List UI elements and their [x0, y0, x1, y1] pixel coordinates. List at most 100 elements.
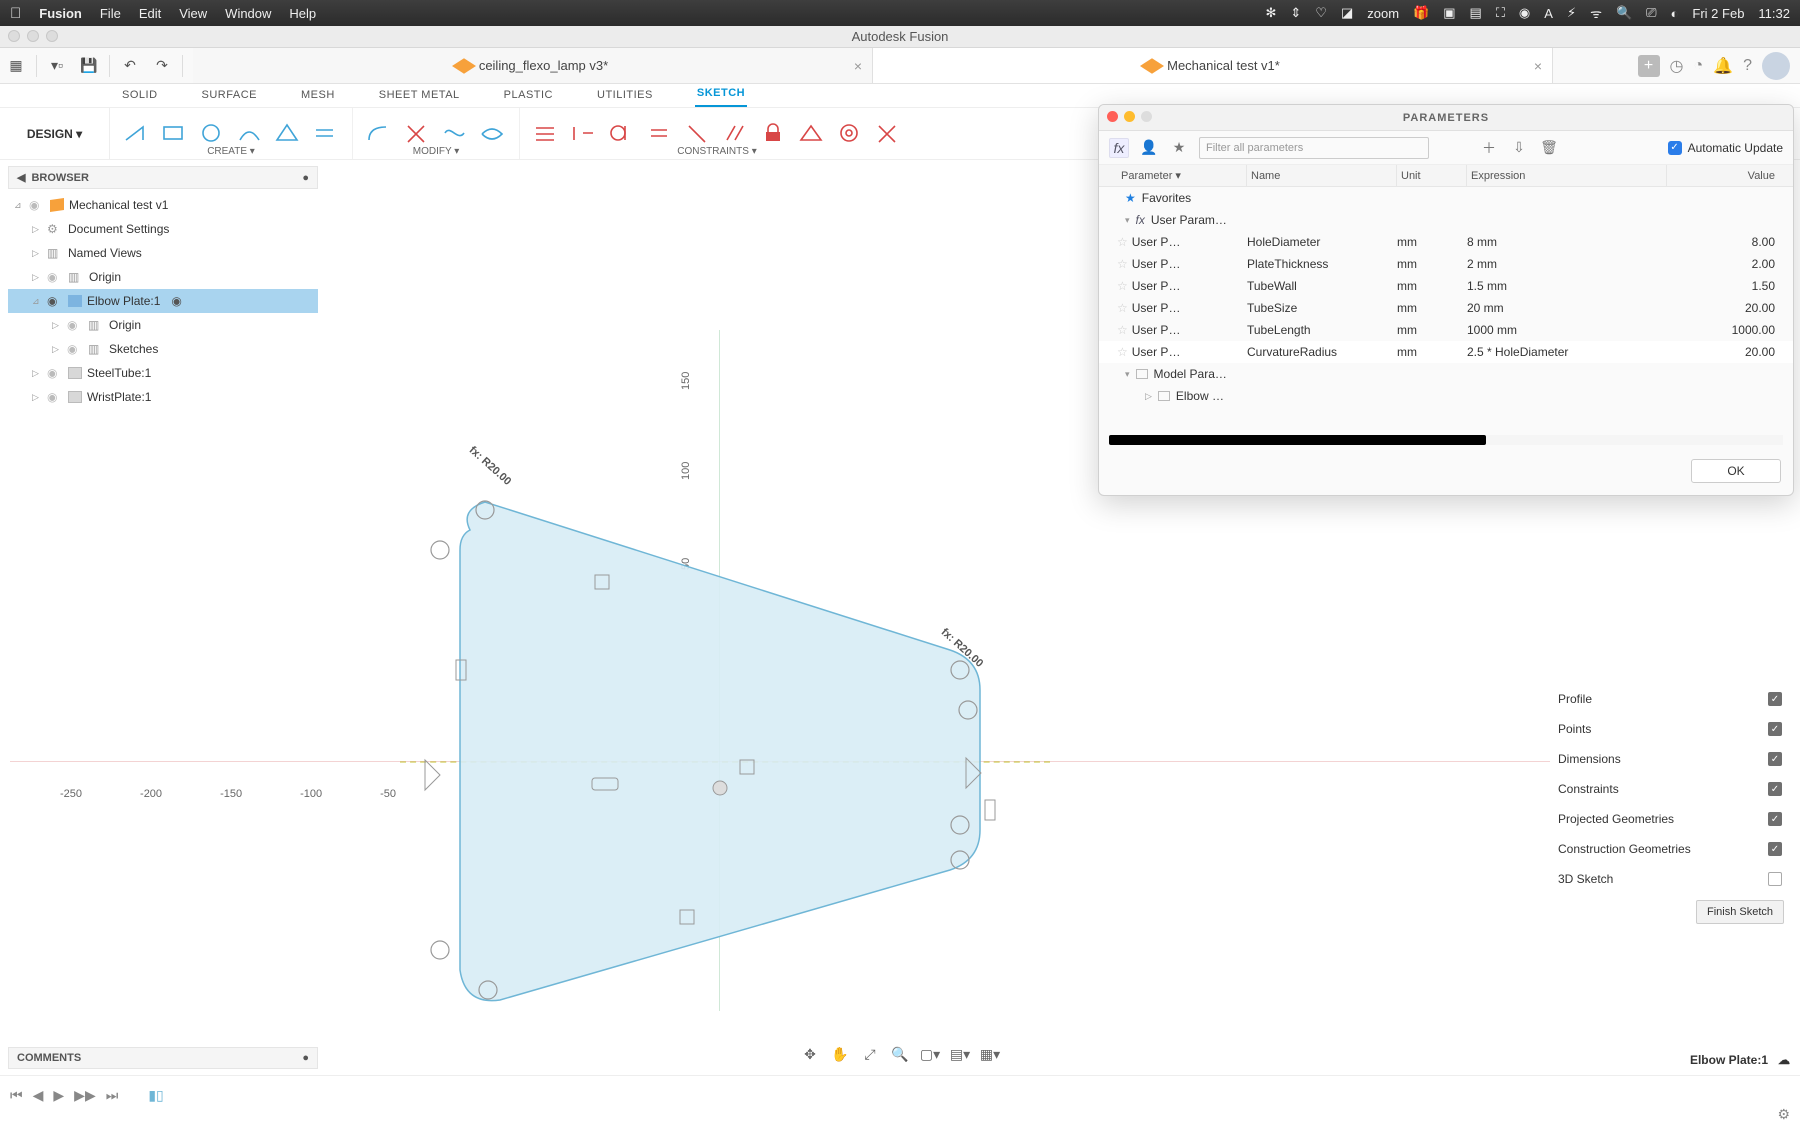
wifi-icon[interactable]: ᯤ: [1590, 4, 1602, 22]
checkbox[interactable]: ✓: [1768, 692, 1782, 706]
menubar-time[interactable]: 11:32: [1758, 6, 1790, 21]
sketch-profile[interactable]: fx: R20.00 fx: R20.00: [440, 480, 1000, 1025]
star-icon[interactable]: ☆: [1117, 323, 1128, 337]
horizontal-constraint-icon[interactable]: [570, 122, 598, 144]
tray-icon[interactable]: ▤: [1470, 5, 1482, 21]
ribbon-label-modify[interactable]: MODIFY ▾: [413, 146, 460, 159]
tray-icon[interactable]: ◪: [1341, 5, 1353, 21]
traffic-lights[interactable]: [8, 30, 58, 42]
menu-help[interactable]: Help: [289, 6, 316, 21]
tab-utilities[interactable]: UTILITIES: [595, 85, 655, 107]
group-user-params[interactable]: ▾fxUser Param…: [1099, 209, 1793, 231]
checkbox[interactable]: ✓: [1768, 722, 1782, 736]
timeline-next-icon[interactable]: ▶▶: [74, 1087, 96, 1104]
grid-icon[interactable]: ▦▾: [978, 1043, 1002, 1065]
offset-tool-icon[interactable]: [479, 122, 507, 144]
help-icon[interactable]: ?: [1743, 57, 1752, 75]
save-icon[interactable]: 💾: [76, 53, 102, 79]
polygon-tool-icon[interactable]: [274, 122, 302, 144]
finish-sketch-button[interactable]: Finish Sketch: [1696, 900, 1784, 924]
tree-item-origin-child[interactable]: ▷◉▥ Origin: [8, 313, 318, 337]
parallel-constraint-icon[interactable]: [722, 122, 750, 144]
menu-file[interactable]: File: [100, 6, 121, 21]
param-row[interactable]: ☆User P… TubeSizemm20 mm20.00: [1099, 297, 1793, 319]
col-expression[interactable]: Expression: [1467, 165, 1667, 186]
checkbox[interactable]: [1768, 872, 1782, 886]
fit-icon[interactable]: ▢▾: [918, 1043, 942, 1065]
col-parameter[interactable]: Parameter ▾: [1117, 165, 1247, 186]
palette-row-construction[interactable]: Construction Geometries✓: [1550, 834, 1790, 864]
browser-header[interactable]: ◀BROWSER ●: [8, 166, 318, 189]
tray-icon[interactable]: A: [1544, 6, 1553, 21]
param-row[interactable]: ☆User P… TubeLengthmm1000 mm1000.00: [1099, 319, 1793, 341]
collapse-icon[interactable]: ●: [302, 172, 309, 184]
circle-tool-icon[interactable]: [198, 122, 226, 144]
extend-tool-icon[interactable]: [441, 122, 469, 144]
extensions-icon[interactable]: ◷: [1670, 56, 1684, 76]
zoom-window-icon[interactable]: 🔍: [888, 1043, 912, 1065]
group-favorites[interactable]: ★Favorites: [1099, 187, 1793, 209]
job-status-icon[interactable]: ◔: [1694, 57, 1704, 75]
comments-panel[interactable]: COMMENTS ●: [8, 1047, 318, 1069]
tray-icon[interactable]: ⛶: [1496, 5, 1505, 21]
tray-icon[interactable]: ▣: [1443, 5, 1455, 21]
delete-icon[interactable]: 🗑: [1539, 139, 1559, 156]
redo-icon[interactable]: ↷: [149, 53, 175, 79]
star-icon[interactable]: ☆: [1117, 279, 1128, 293]
battery-icon[interactable]: ⚡︎: [1567, 5, 1576, 21]
doc-tab[interactable]: ceiling_flexo_lamp v3* ×: [193, 48, 873, 83]
arc-tool-icon[interactable]: [236, 122, 264, 144]
group-model-params[interactable]: ▾Model Para…: [1099, 363, 1793, 385]
palette-row-constraints[interactable]: Constraints✓: [1550, 774, 1790, 804]
palette-row-3d-sketch[interactable]: 3D Sketch: [1550, 864, 1790, 894]
palette-row-projected[interactable]: Projected Geometries✓: [1550, 804, 1790, 834]
tree-root[interactable]: ⊿◉ Mechanical test v1: [8, 193, 318, 217]
fx-icon[interactable]: fx: [1109, 138, 1129, 158]
settings-icon[interactable]: ⚙: [1777, 1106, 1790, 1123]
tree-item-origin[interactable]: ▷◉▥ Origin: [8, 265, 318, 289]
checkbox[interactable]: ✓: [1768, 782, 1782, 796]
col-name[interactable]: Name: [1247, 165, 1397, 186]
menu-view[interactable]: View: [179, 6, 207, 21]
apps-grid-icon[interactable]: ▦: [3, 53, 29, 79]
control-center-icon[interactable]: ⎚: [1646, 5, 1656, 21]
checkbox[interactable]: ✓: [1668, 141, 1682, 155]
tree-item-named-views[interactable]: ▷▥ Named Views: [8, 241, 318, 265]
horizontal-scrollbar[interactable]: [1109, 435, 1783, 445]
avatar[interactable]: [1762, 52, 1790, 80]
tree-item-steel-tube[interactable]: ▷◉ SteelTube:1: [8, 361, 318, 385]
param-row[interactable]: ☆User P… TubeWallmm1.5 mm1.50: [1099, 275, 1793, 297]
display-icon[interactable]: ▤▾: [948, 1043, 972, 1065]
menubar-date[interactable]: Fri 2 Feb: [1692, 6, 1744, 21]
checkbox[interactable]: ✓: [1768, 752, 1782, 766]
menu-window[interactable]: Window: [225, 6, 271, 21]
slot-tool-icon[interactable]: [312, 122, 340, 144]
dimension-tool-icon[interactable]: [532, 122, 560, 144]
orbit-icon[interactable]: ✥: [798, 1043, 822, 1065]
import-icon[interactable]: ⇩: [1509, 139, 1529, 156]
tangent-constraint-icon[interactable]: [608, 122, 636, 144]
menu-edit[interactable]: Edit: [139, 6, 161, 21]
timeline-play-icon[interactable]: ▶: [53, 1087, 64, 1104]
concentric-constraint-icon[interactable]: [836, 122, 864, 144]
tray-zoom[interactable]: zoom: [1367, 6, 1399, 21]
menubar-app[interactable]: Fusion: [39, 6, 82, 21]
workspace-switcher[interactable]: DESIGN ▾: [0, 108, 110, 160]
tray-icon[interactable]: 🎁: [1413, 5, 1429, 21]
ok-button[interactable]: OK: [1691, 459, 1781, 483]
tree-item-elbow-plate[interactable]: ⊿◉ Elbow Plate:1 ◉: [8, 289, 318, 313]
notifications-icon[interactable]: 🔔: [1713, 56, 1733, 76]
tab-solid[interactable]: SOLID: [120, 85, 160, 107]
palette-row-points[interactable]: Points✓: [1550, 714, 1790, 744]
user-param-icon[interactable]: 👤: [1139, 139, 1159, 156]
timeline-feature-icon[interactable]: ▮▯: [148, 1087, 163, 1104]
star-icon[interactable]: ☆: [1117, 345, 1128, 359]
tree-item-document-settings[interactable]: ▷⚙ Document Settings: [8, 217, 318, 241]
star-icon[interactable]: ★: [1169, 139, 1189, 156]
tab-sheet-metal[interactable]: SHEET METAL: [377, 85, 462, 107]
timeline-last-icon[interactable]: ⏭: [106, 1087, 119, 1104]
undo-icon[interactable]: ↶: [117, 53, 143, 79]
siri-icon[interactable]: ◐: [1671, 6, 1679, 21]
close-icon[interactable]: ×: [854, 58, 862, 74]
checkbox[interactable]: ✓: [1768, 812, 1782, 826]
